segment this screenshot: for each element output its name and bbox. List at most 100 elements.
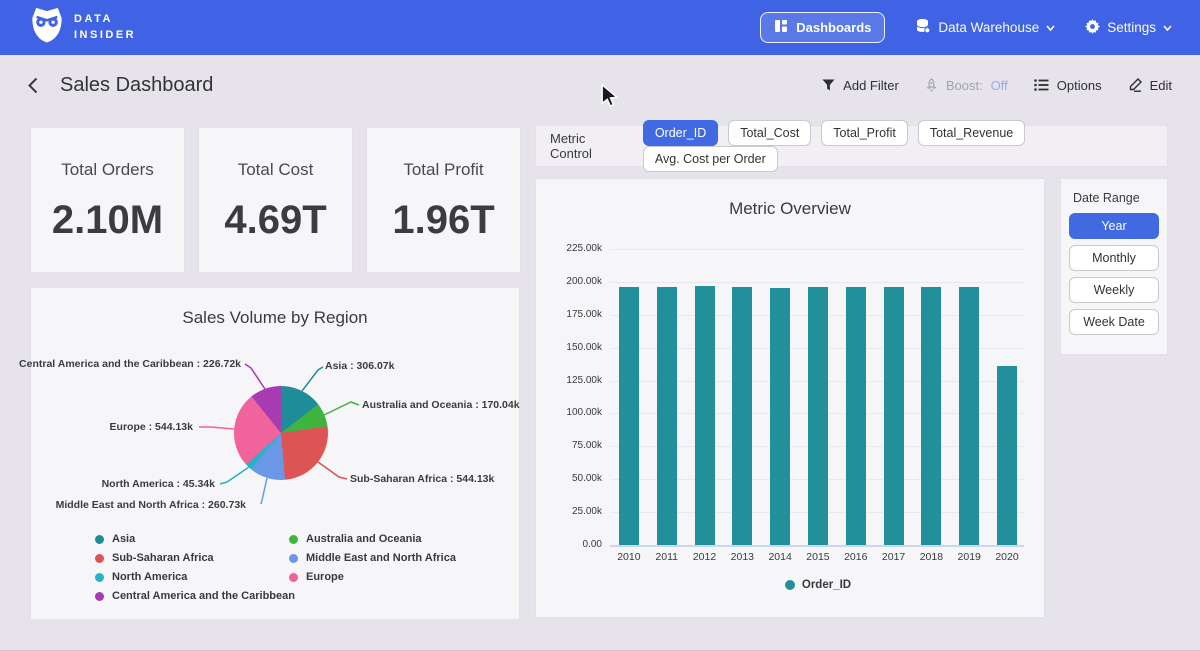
y-axis-tick: 200.00k xyxy=(536,276,602,287)
pencil-icon xyxy=(1128,78,1142,92)
metric-button-avg-cost-per-order[interactable]: Avg. Cost per Order xyxy=(643,146,778,172)
x-axis-label: 2014 xyxy=(761,551,799,563)
brand-logo[interactable]: DATA INSIDER xyxy=(30,7,136,48)
legend-dot xyxy=(289,535,298,544)
nav-data-warehouse-menu[interactable]: Data Warehouse xyxy=(915,18,1055,37)
x-axis-label: 2015 xyxy=(799,551,837,563)
pie-chart[interactable] xyxy=(234,386,328,480)
legend-label: Central America and the Caribbean xyxy=(112,590,295,602)
pie-legend-item[interactable]: Europe xyxy=(289,571,456,583)
date-range-year[interactable]: Year xyxy=(1069,213,1159,239)
pie-legend-item[interactable]: Sub-Saharan Africa xyxy=(95,552,295,564)
y-axis-tick: 75.00k xyxy=(536,440,602,451)
dashboard-grid-icon xyxy=(774,19,788,36)
metric-button-total-revenue[interactable]: Total_Revenue xyxy=(918,120,1025,146)
boost-toggle[interactable]: Boost: Off xyxy=(925,78,1008,93)
x-axis-label: 2019 xyxy=(950,551,988,563)
pie-label-sub-saharan-africa: Sub-Saharan Africa : 544.13k xyxy=(350,473,494,485)
bar-chart-title: Metric Overview xyxy=(536,199,1044,219)
pie-label-central-america: Central America and the Caribbean : 226.… xyxy=(19,358,241,370)
kpi-value: 2.10M xyxy=(31,198,184,243)
add-filter-button[interactable]: Add Filter xyxy=(822,78,899,93)
kpi-label: Total Orders xyxy=(31,160,184,180)
pie-label-north-america: North America : 45.34k xyxy=(102,478,215,490)
bar-2012[interactable] xyxy=(695,286,715,545)
legend-dot xyxy=(95,554,104,563)
bar-2015[interactable] xyxy=(808,287,828,545)
nav-dashboards-button[interactable]: Dashboards xyxy=(760,12,885,43)
back-button[interactable] xyxy=(28,77,38,94)
y-axis-tick: 225.00k xyxy=(536,243,602,254)
bar-2018[interactable] xyxy=(921,287,941,545)
bar-2013[interactable] xyxy=(732,287,752,545)
date-range-monthly[interactable]: Monthly xyxy=(1069,245,1159,271)
pie-legend-item[interactable]: Australia and Oceania xyxy=(289,533,456,545)
bar-2017[interactable] xyxy=(884,287,904,545)
pie-legend-item[interactable]: Central America and the Caribbean xyxy=(95,590,295,602)
bar-2019[interactable] xyxy=(959,287,979,545)
y-axis-tick: 175.00k xyxy=(536,309,602,320)
kpi-card-total-profit: Total Profit 1.96T xyxy=(366,127,521,273)
x-axis-label: 2011 xyxy=(648,551,686,563)
nav-settings-menu[interactable]: Settings xyxy=(1085,19,1172,37)
x-axis-label: 2010 xyxy=(610,551,648,563)
sales-volume-card: Sales Volume by Region Central America a… xyxy=(30,287,520,620)
x-axis-label: 2013 xyxy=(723,551,761,563)
pie-legend-item[interactable]: Asia xyxy=(95,533,295,545)
bar-cell xyxy=(723,249,761,545)
kpi-label: Total Profit xyxy=(367,160,520,180)
bar-cell xyxy=(875,249,913,545)
list-icon xyxy=(1034,79,1049,91)
gridline xyxy=(610,545,1024,547)
legend-dot xyxy=(95,573,104,582)
legend-dot xyxy=(289,554,298,563)
pie-chart-title: Sales Volume by Region xyxy=(31,308,519,328)
kpi-value: 4.69T xyxy=(199,198,352,243)
bar-2010[interactable] xyxy=(619,287,639,545)
legend-label: Australia and Oceania xyxy=(306,533,422,545)
metric-button-total-cost[interactable]: Total_Cost xyxy=(728,120,811,146)
boost-status: Off xyxy=(991,78,1008,93)
pie-legend-item[interactable]: Middle East and North Africa xyxy=(289,552,456,564)
metric-button-total-profit[interactable]: Total_Profit xyxy=(821,120,908,146)
chevron-down-icon xyxy=(1046,25,1055,31)
bar-cell xyxy=(761,249,799,545)
pie-label-europe: Europe : 544.13k xyxy=(110,421,193,433)
bar-cell xyxy=(610,249,648,545)
bar-2011[interactable] xyxy=(657,287,677,545)
legend-label: Europe xyxy=(306,571,344,583)
legend-dot xyxy=(289,573,298,582)
x-axis-label: 2017 xyxy=(875,551,913,563)
date-range-weekly[interactable]: Weekly xyxy=(1069,277,1159,303)
edit-button[interactable]: Edit xyxy=(1128,78,1172,93)
date-range-week-date[interactable]: Week Date xyxy=(1069,309,1159,335)
nav-settings-label: Settings xyxy=(1107,20,1156,35)
y-axis-tick: 100.00k xyxy=(536,407,602,418)
bar-cell xyxy=(988,249,1026,545)
bar-legend-item[interactable]: Order_ID xyxy=(785,579,851,591)
bars-group xyxy=(610,249,1026,545)
legend-label: Middle East and North Africa xyxy=(306,552,456,564)
options-button[interactable]: Options xyxy=(1034,78,1102,93)
bar-2014[interactable] xyxy=(770,288,790,545)
y-axis-tick: 150.00k xyxy=(536,342,602,353)
legend-label: Order_ID xyxy=(802,579,851,591)
nav-data-warehouse-label: Data Warehouse xyxy=(938,20,1039,35)
metric-control-label: Metric Control xyxy=(550,131,627,161)
bar-cell xyxy=(837,249,875,545)
y-axis-tick: 25.00k xyxy=(536,506,602,517)
pie-label-asia: Asia : 306.07k xyxy=(325,360,394,372)
bar-cell xyxy=(648,249,686,545)
y-axis-tick: 125.00k xyxy=(536,375,602,386)
pie-label-australia-oceania: Australia and Oceania : 170.04k xyxy=(362,399,520,411)
x-axis-label: 2012 xyxy=(686,551,724,563)
bar-2020[interactable] xyxy=(997,366,1017,545)
date-range-label: Date Range xyxy=(1073,191,1159,205)
pie-legend-item[interactable]: North America xyxy=(95,571,295,583)
metric-button-order-id[interactable]: Order_ID xyxy=(643,120,718,146)
page-header: Sales Dashboard Add Filter Boost: Off Op… xyxy=(0,55,1200,115)
legend-dot xyxy=(95,592,104,601)
legend-label: Asia xyxy=(112,533,135,545)
metric-overview-chart-card: Metric Overview 225.00k 200.00k 175.00k 150… xyxy=(535,178,1045,618)
bar-2016[interactable] xyxy=(846,287,866,545)
